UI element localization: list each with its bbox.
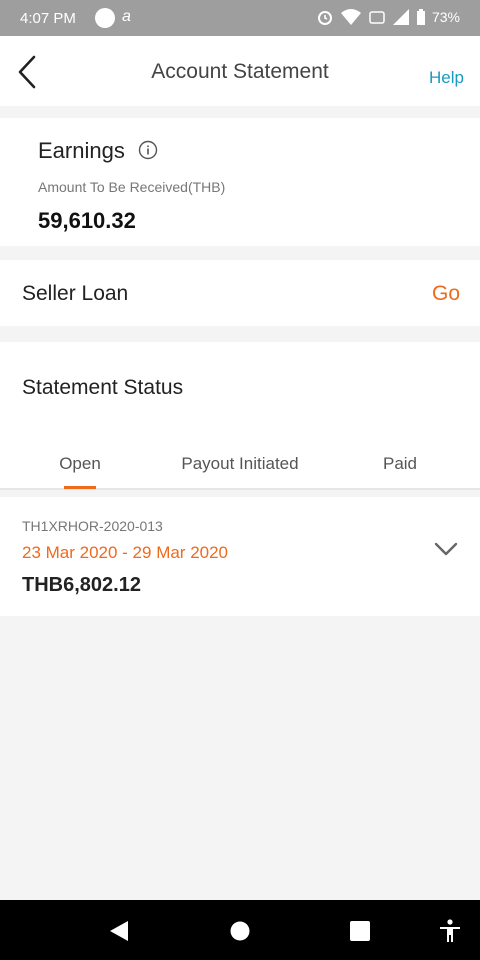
- statement-status-card: Statement Status Open Payout Initiated P…: [0, 342, 480, 490]
- help-link[interactable]: Help: [429, 68, 464, 88]
- status-icons: 73%: [316, 8, 460, 26]
- system-nav-bar: [0, 900, 480, 960]
- active-tab-indicator: [64, 486, 96, 489]
- statement-list-item[interactable]: TH1XRHOR-2020-013 23 Mar 2020 - 29 Mar 2…: [0, 497, 480, 616]
- statement-status-heading: Statement Status: [22, 376, 184, 399]
- statement-reference: TH1XRHOR-2020-013: [22, 518, 163, 534]
- nav-home-icon[interactable]: [227, 918, 253, 944]
- battery-icon: [416, 9, 425, 25]
- chevron-down-icon[interactable]: [434, 541, 458, 557]
- app-notification-icon: a: [122, 8, 131, 25]
- nav-recents-icon[interactable]: [347, 918, 373, 944]
- wifi-icon: [340, 9, 361, 25]
- earnings-label: Earnings: [38, 138, 125, 163]
- statement-amount: THB6,802.12: [22, 574, 141, 596]
- signal-icon: [392, 9, 409, 25]
- statement-period: 23 Mar 2020 - 29 Mar 2020: [22, 543, 229, 562]
- battery-percent: 73%: [431, 9, 460, 25]
- notification-dot-icon: [95, 8, 115, 28]
- alarm-icon: [317, 11, 332, 25]
- page-title: Account Statement: [151, 60, 329, 83]
- nav-back-icon[interactable]: [106, 918, 132, 944]
- seller-loan-go-button[interactable]: Go: [432, 282, 460, 306]
- accessibility-icon[interactable]: [437, 918, 463, 944]
- status-bar: 4:07 PM a 73%: [0, 0, 480, 36]
- earnings-card: Earnings Amount To Be Received(THB) 59,6…: [0, 118, 480, 246]
- earnings-amount: 59,610.32: [38, 208, 136, 233]
- tab-open[interactable]: Open: [0, 454, 160, 474]
- earnings-subtitle: Amount To Be Received(THB): [38, 179, 226, 195]
- info-icon[interactable]: [138, 140, 158, 160]
- tab-payout-initiated[interactable]: Payout Initiated: [160, 454, 320, 474]
- app-header: Account Statement Help: [0, 36, 480, 106]
- tab-paid[interactable]: Paid: [320, 454, 480, 474]
- status-tabs: Open Payout Initiated Paid: [0, 442, 480, 490]
- status-time: 4:07 PM: [20, 10, 76, 27]
- volte-icon: [369, 11, 385, 24]
- seller-loan-row[interactable]: Seller Loan Go: [0, 260, 480, 326]
- seller-loan-label: Seller Loan: [22, 282, 129, 305]
